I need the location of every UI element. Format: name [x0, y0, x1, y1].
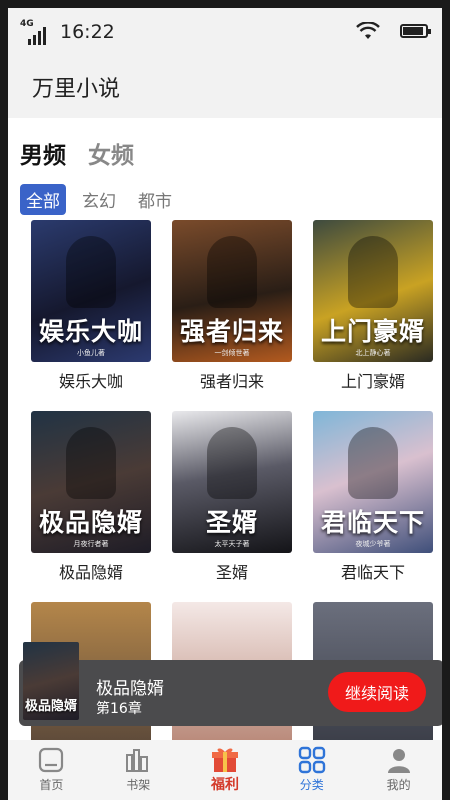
tab-male[interactable]: 男频	[20, 136, 66, 170]
wifi-icon	[356, 22, 380, 39]
network-type: 4G	[20, 19, 34, 29]
category-tabs: 全部 玄幻 都市	[8, 170, 442, 215]
tab-bookshelf[interactable]: 书架	[95, 740, 182, 800]
welfare-label: 福利	[210, 777, 239, 793]
book-card[interactable]: 极品隐婿 月夜行者著 极品隐婿	[31, 411, 151, 583]
book-cover[interactable]: 极品隐婿 月夜行者著	[31, 411, 151, 553]
book-cover[interactable]: 君临天下 夜城少爷著	[313, 411, 433, 553]
phone-screen: 4G 16:22 万里小说 男频 女频 全部 玄幻 都市 娱乐大咖 小鱼儿著 娱…	[8, 8, 442, 800]
tab-category[interactable]: 分类	[268, 740, 355, 800]
book-card[interactable]: 上门豪婿 北上静心著 上门豪婿	[313, 220, 433, 392]
continue-reading-chapter: 第16章	[96, 701, 142, 717]
book-card[interactable]: 君临天下 夜城少爷著 君临天下	[313, 411, 433, 583]
status-bar: 4G 16:22	[8, 8, 442, 56]
tab-profile[interactable]: 我的	[355, 740, 442, 800]
category-tab-fantasy[interactable]: 玄幻	[76, 184, 122, 215]
book-title[interactable]: 君临天下	[313, 559, 433, 583]
tab-home[interactable]: 首页	[8, 740, 95, 800]
book-cover[interactable]: 娱乐大咖 小鱼儿著	[31, 220, 151, 362]
status-time: 16:22	[60, 21, 115, 43]
bottom-tab-bar: 首页 书架 福利 分类 我的	[8, 740, 442, 800]
gender-tabs: 男频 女频	[8, 118, 442, 170]
battery-icon	[400, 24, 431, 38]
app-title: 万里小说	[32, 77, 121, 102]
book-card[interactable]: 娱乐大咖 小鱼儿著 娱乐大咖	[31, 220, 151, 392]
app-bar: 万里小说	[8, 56, 442, 118]
book-cover[interactable]: 圣婿 太平天子著	[172, 411, 292, 553]
book-cover[interactable]: 强者归来 一剑倾世著	[172, 220, 292, 362]
book-title[interactable]: 娱乐大咖	[31, 368, 151, 392]
cellular-signal-icon: 4G	[20, 19, 46, 45]
gift-icon	[209, 746, 241, 774]
tab-welfare[interactable]: 福利	[182, 740, 269, 800]
book-cover[interactable]: 上门豪婿 北上静心著	[313, 220, 433, 362]
book-title[interactable]: 强者归来	[172, 368, 292, 392]
continue-reading-cover[interactable]: 极品隐婿	[23, 642, 79, 720]
continue-reading-title: 极品隐婿	[96, 679, 164, 699]
continue-reading-button[interactable]: 继续阅读	[328, 672, 426, 712]
book-title[interactable]: 极品隐婿	[31, 559, 151, 583]
book-card[interactable]: 圣婿 太平天子著 圣婿	[172, 411, 292, 583]
bookshelf-icon	[122, 746, 154, 774]
profile-icon	[383, 746, 415, 774]
book-card[interactable]: 强者归来 一剑倾世著 强者归来	[172, 220, 292, 392]
tab-female[interactable]: 女频	[88, 136, 134, 170]
category-tab-all[interactable]: 全部	[20, 184, 66, 215]
book-title[interactable]: 圣婿	[172, 559, 292, 583]
category-icon	[296, 746, 328, 774]
category-tab-urban[interactable]: 都市	[132, 184, 178, 215]
home-icon	[35, 746, 67, 774]
book-title[interactable]: 上门豪婿	[313, 368, 433, 392]
